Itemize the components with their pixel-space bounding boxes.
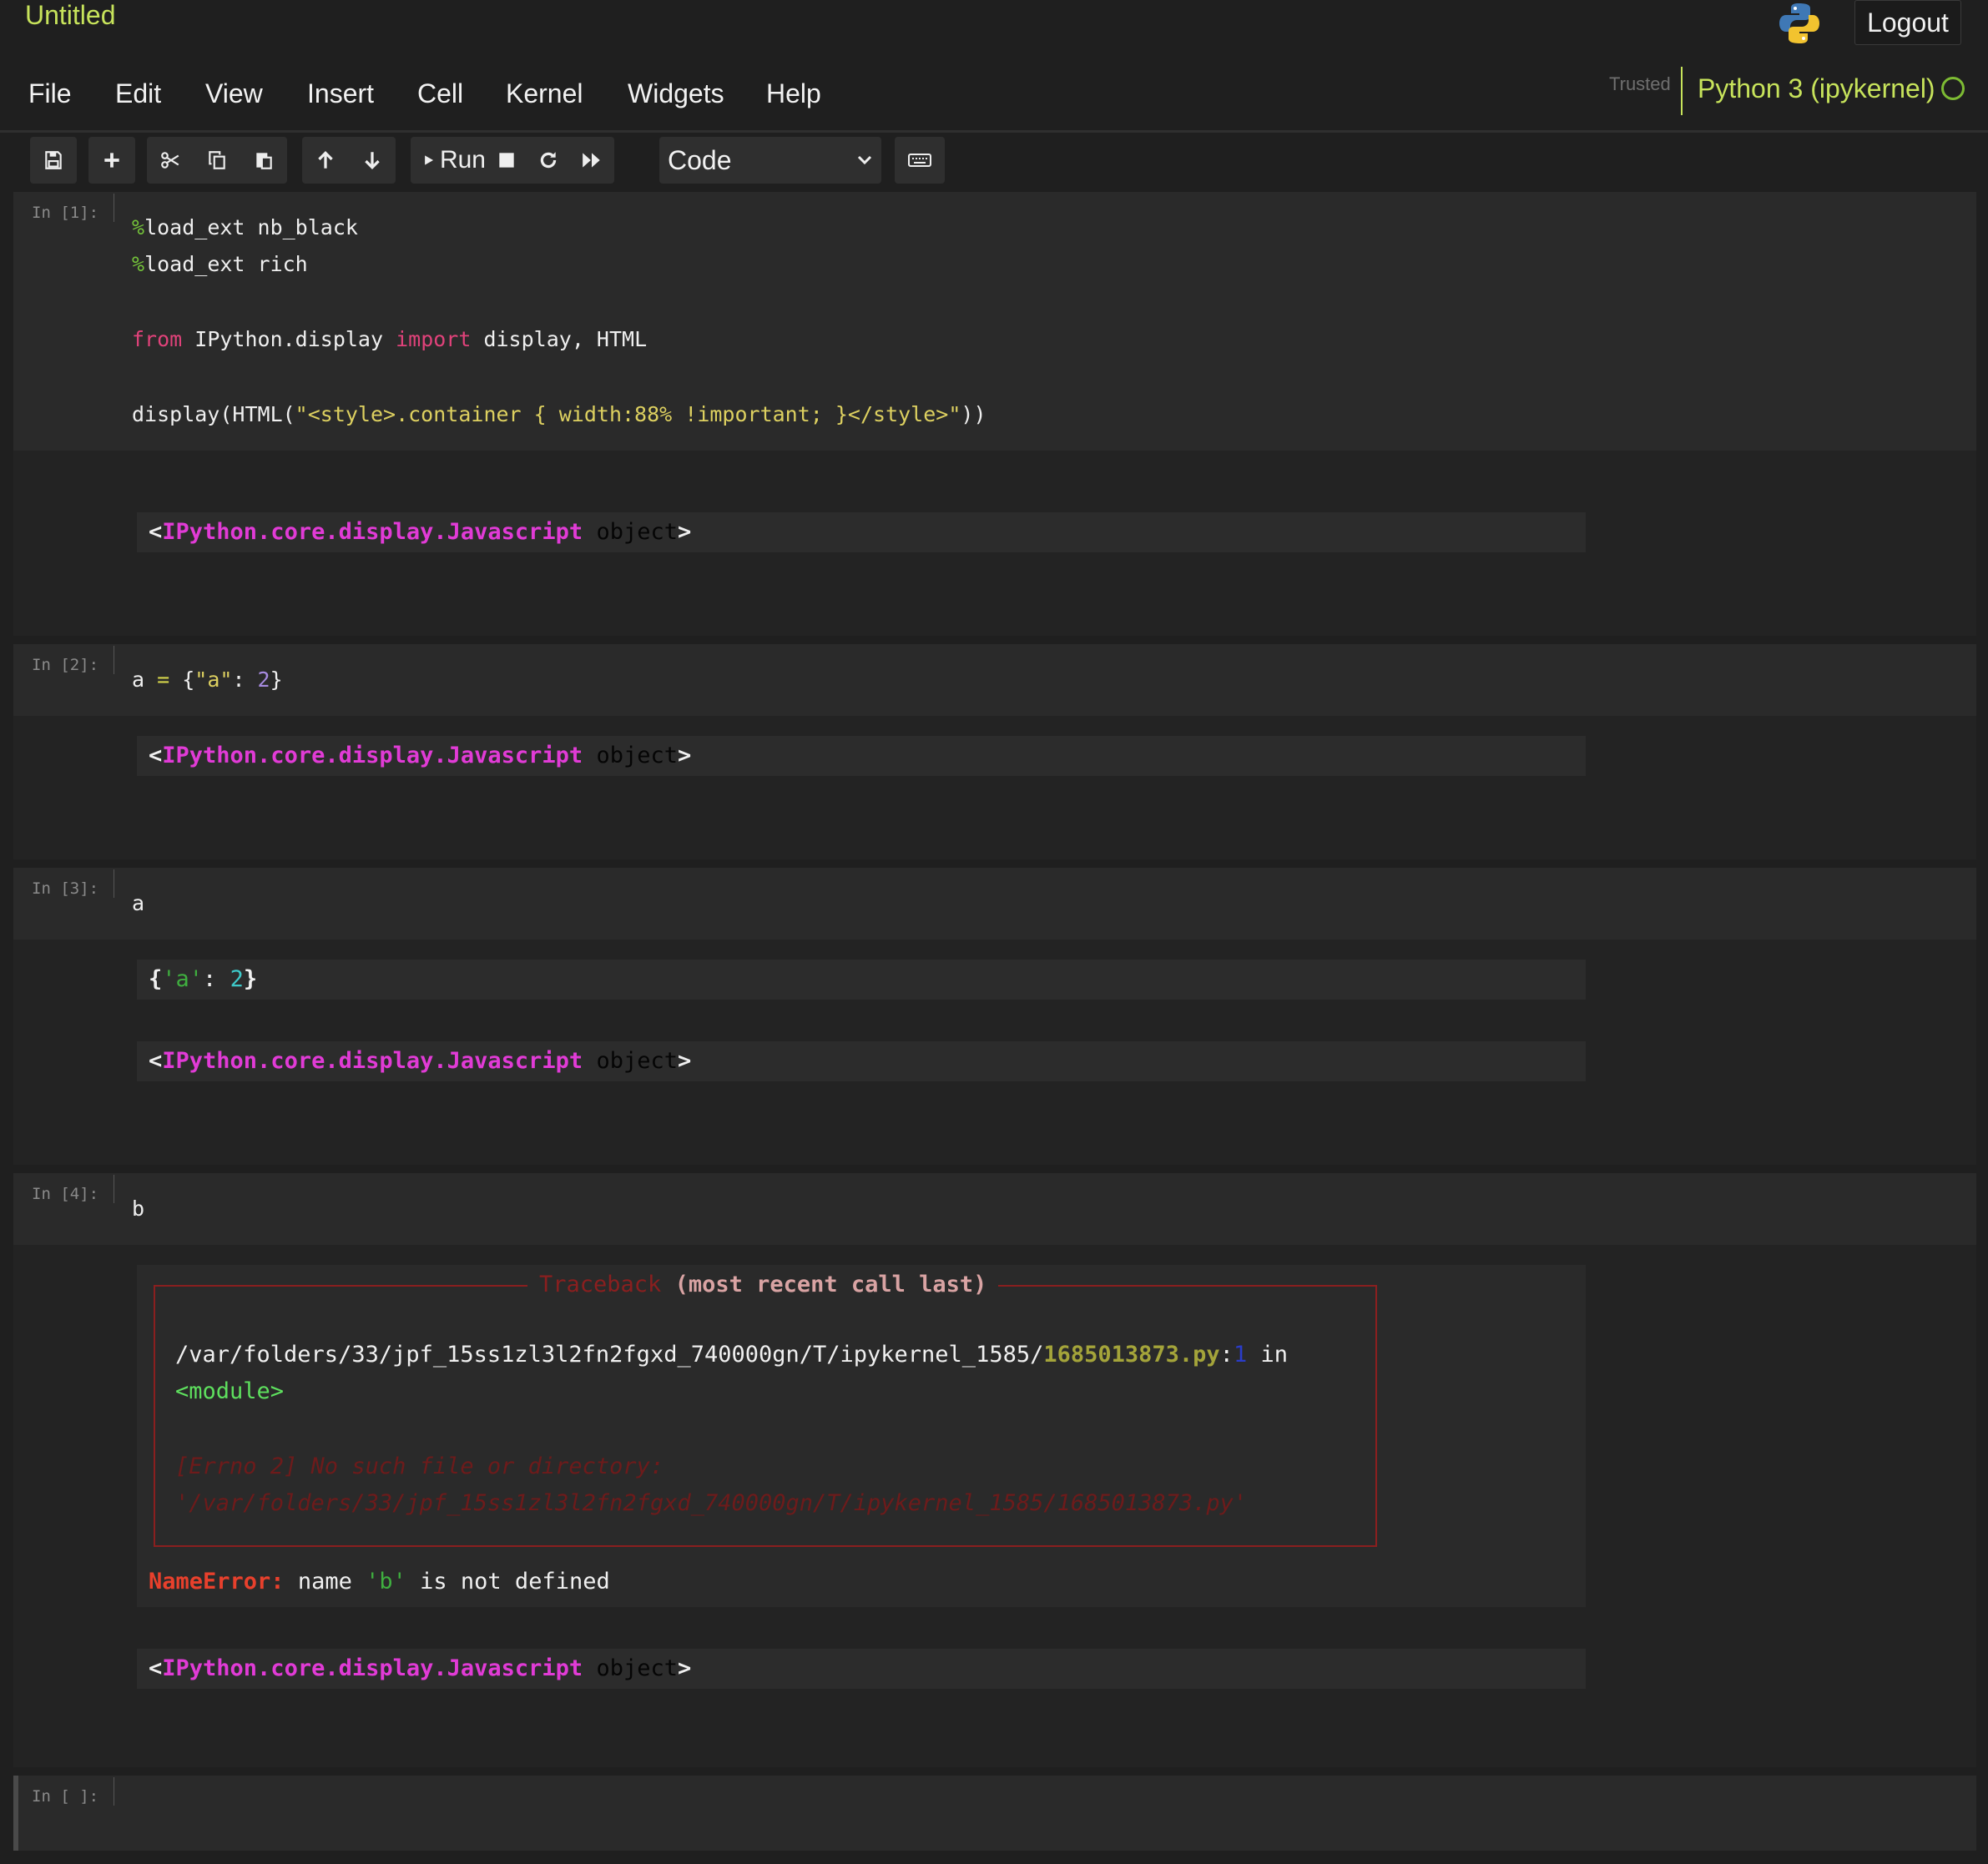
- fast-forward-icon: [583, 153, 600, 168]
- keyboard-shortcuts-button[interactable]: [895, 137, 945, 184]
- chevron-down-icon: [857, 155, 872, 165]
- menu-file[interactable]: File: [28, 70, 72, 117]
- trusted-indicator[interactable]: Trusted: [1609, 73, 1671, 95]
- save-icon: [45, 151, 62, 169]
- notebook-title[interactable]: Untitled: [25, 0, 116, 31]
- kernel-name[interactable]: Python 3 (ipykernel): [1698, 70, 1935, 107]
- arrow-up-icon: [318, 151, 333, 169]
- code-line[interactable]: display(HTML("<style>.container { width:…: [132, 395, 986, 433]
- menu-widgets[interactable]: Widgets: [628, 70, 724, 117]
- move-up-button[interactable]: [302, 137, 349, 184]
- code-line[interactable]: a = {"a": 2}: [132, 661, 283, 698]
- python-logo-icon: [1779, 3, 1819, 43]
- code-line[interactable]: b: [132, 1190, 144, 1227]
- menu-insert[interactable]: Insert: [307, 70, 374, 117]
- input-prompt-2: In [2]:: [32, 656, 99, 674]
- code-cell-5[interactable]: In [ ]:: [13, 1776, 1976, 1851]
- cell-type-value: Code: [668, 144, 732, 175]
- traceback-path: /var/folders/33/jpf_15ss1zl3l2fn2fgxd_74…: [175, 1342, 1288, 1368]
- input-prompt-4: In [4]:: [32, 1185, 99, 1203]
- cell-input-5[interactable]: In [ ]:: [18, 1776, 1976, 1851]
- input-prompt-3: In [3]:: [32, 879, 99, 898]
- cut-icon: [161, 152, 179, 169]
- run-label: Run: [439, 146, 486, 174]
- code-line[interactable]: from IPython.display import display, HTM…: [132, 320, 647, 358]
- menu-cell[interactable]: Cell: [417, 70, 463, 117]
- play-icon: [425, 155, 434, 165]
- output-javascript-object: <IPython.core.display.Javascript object>: [137, 736, 1586, 776]
- toolbar-move-group: [302, 137, 396, 184]
- toolbar-run-group: Run: [411, 137, 614, 184]
- menu-kernel[interactable]: Kernel: [506, 70, 583, 117]
- copy-icon: [209, 151, 225, 169]
- logout-button[interactable]: Logout: [1854, 0, 1961, 45]
- toolbar-insert-group: [88, 137, 135, 184]
- cell-type-select[interactable]: Code: [659, 137, 881, 184]
- toolbar-edit-group: [147, 137, 287, 184]
- cell-input-3[interactable]: In [3]: a: [13, 868, 1976, 940]
- code-cell-1[interactable]: In [1]: %load_ext nb_black %load_ext ric…: [13, 192, 1976, 636]
- traceback-error-path: '/var/folders/33/jpf_15ss1zl3l2fn2fgxd_7…: [175, 1490, 1248, 1516]
- traceback-title: Traceback (most recent call last): [527, 1267, 999, 1303]
- insert-cell-button[interactable]: [88, 137, 135, 184]
- cell-input-2[interactable]: In [2]: a = {"a": 2}: [13, 644, 1976, 716]
- output-result: {'a': 2}: [137, 960, 1586, 1000]
- input-prompt-1: In [1]:: [32, 204, 99, 222]
- stop-icon: [499, 153, 514, 168]
- menu-edit[interactable]: Edit: [115, 70, 161, 117]
- keyboard-icon: [908, 154, 931, 167]
- toolbar-save-group: [30, 137, 77, 184]
- restart-run-all-button[interactable]: [569, 137, 614, 184]
- arrow-down-icon: [365, 152, 380, 169]
- traceback-error-line: [Errno 2] No such file or directory:: [175, 1453, 664, 1479]
- cell-input-4[interactable]: In [4]: b: [13, 1173, 1976, 1245]
- code-cell-3[interactable]: In [3]: a {'a': 2} <IPython.core.display…: [13, 868, 1976, 1165]
- output-javascript-object: <IPython.core.display.Javascript object>: [137, 1649, 1586, 1689]
- paste-icon: [256, 153, 272, 169]
- code-line[interactable]: %load_ext nb_black: [132, 209, 358, 246]
- traceback-module: <module>: [175, 1378, 285, 1404]
- input-prompt-5: In [ ]:: [32, 1787, 99, 1806]
- output-javascript-object: <IPython.core.display.Javascript object>: [137, 512, 1586, 552]
- interrupt-button[interactable]: [486, 137, 527, 184]
- kernel-separator: [1681, 67, 1683, 115]
- plus-icon: [104, 153, 119, 168]
- kernel-status-icon: [1941, 77, 1965, 100]
- menu-help[interactable]: Help: [766, 70, 821, 117]
- code-cell-2[interactable]: In [2]: a = {"a": 2} <IPython.core.displ…: [13, 644, 1976, 859]
- move-down-button[interactable]: [349, 137, 396, 184]
- header: [0, 0, 1988, 133]
- cell-input-1[interactable]: In [1]: %load_ext nb_black %load_ext ric…: [13, 192, 1976, 451]
- output-javascript-object: <IPython.core.display.Javascript object>: [137, 1041, 1586, 1081]
- code-line[interactable]: %load_ext rich: [132, 245, 308, 283]
- save-button[interactable]: [30, 137, 77, 184]
- cut-button[interactable]: [147, 137, 194, 184]
- code-line[interactable]: a: [132, 884, 144, 922]
- paste-button[interactable]: [240, 137, 287, 184]
- name-error-message: NameError: name 'b' is not defined: [149, 1569, 610, 1594]
- restart-icon: [540, 152, 557, 169]
- menu-view[interactable]: View: [205, 70, 263, 117]
- restart-button[interactable]: [527, 137, 569, 184]
- run-button[interactable]: Run: [411, 137, 486, 184]
- copy-button[interactable]: [194, 137, 240, 184]
